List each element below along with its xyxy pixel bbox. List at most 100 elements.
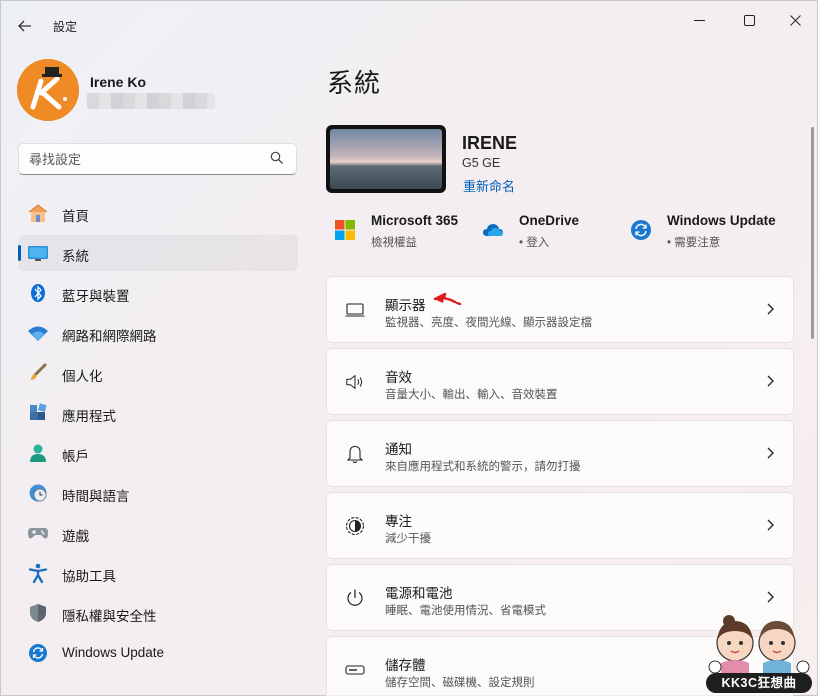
card-subtitle: 儲存空間、磁碟機、設定規則 xyxy=(385,677,535,689)
gamepad-icon xyxy=(27,523,49,543)
card-subtitle: 音量大小、輸出、輸入、音效裝置 xyxy=(385,389,558,401)
microsoft-logo-icon xyxy=(335,220,355,240)
quick-title: Windows Update xyxy=(667,213,776,228)
card-focus[interactable]: 專注 減少干擾 xyxy=(326,492,794,559)
bell-icon xyxy=(345,444,365,464)
bluetooth-icon xyxy=(27,283,49,303)
card-title: 儲存體 xyxy=(385,658,426,673)
card-subtitle: 睡眠、電池使用情況、省電模式 xyxy=(385,605,546,617)
watermark-text: KK3C狂想曲 xyxy=(706,673,812,693)
chevron-right-icon xyxy=(767,303,774,315)
back-arrow-icon xyxy=(18,20,31,32)
sidebar-item-label: 系統 xyxy=(62,249,89,264)
accessibility-icon xyxy=(27,563,49,583)
sidebar-item-label: Windows Update xyxy=(62,645,165,660)
home-icon xyxy=(27,203,49,223)
minimize-icon xyxy=(693,19,705,21)
card-subtitle: 來自應用程式和系統的警示，請勿打擾 xyxy=(385,461,581,473)
chevron-right-icon xyxy=(767,447,774,459)
sidebar-item-label: 遊戲 xyxy=(62,529,89,544)
card-subtitle: 監視器、亮度、夜間光線、顯示器設定檔 xyxy=(385,317,592,329)
user-name: Irene Ko xyxy=(90,74,147,90)
quick-subtitle: • 登入 xyxy=(519,237,550,249)
close-icon xyxy=(789,14,801,26)
wifi-icon xyxy=(27,323,49,343)
sidebar-item-time-language[interactable]: 時間與語言 xyxy=(18,475,298,511)
quick-title: Microsoft 365 xyxy=(371,213,459,228)
sidebar-item-accessibility[interactable]: 協助工具 xyxy=(18,555,298,591)
back-button[interactable] xyxy=(11,13,39,39)
card-notifications[interactable]: 通知 來自應用程式和系統的警示，請勿打擾 xyxy=(326,420,794,487)
sidebar-item-gaming[interactable]: 遊戲 xyxy=(18,515,298,551)
focus-icon xyxy=(345,516,365,536)
sidebar-item-label: 協助工具 xyxy=(62,569,116,584)
update-icon xyxy=(631,220,651,240)
user-avatar[interactable] xyxy=(17,59,79,121)
page-title: 系統 xyxy=(327,68,382,98)
sidebar-nav: 首頁 系統 藍牙與裝置 網路和網際網路 個人化 應用程式 帳戶 時間與語言 遊戲… xyxy=(18,195,298,675)
wallpaper-image xyxy=(330,129,442,189)
paintbrush-icon xyxy=(27,363,49,383)
minimize-button[interactable] xyxy=(679,7,719,33)
card-title: 通知 xyxy=(385,442,412,457)
card-title: 音效 xyxy=(385,370,412,385)
globe-clock-icon xyxy=(27,483,49,503)
card-display[interactable]: 顯示器 監視器、亮度、夜間光線、顯示器設定檔 xyxy=(326,276,794,343)
apps-icon xyxy=(27,403,49,423)
quick-subtitle: 檢視權益 xyxy=(371,237,417,249)
card-title: 顯示器 xyxy=(385,298,426,313)
onedrive-cloud-icon xyxy=(483,224,503,236)
sidebar: Irene Ko 首頁 系統 藍牙與 xyxy=(1,49,306,696)
card-subtitle: 減少干擾 xyxy=(385,533,431,545)
sidebar-item-network[interactable]: 網路和網際網路 xyxy=(18,315,298,351)
sidebar-item-apps[interactable]: 應用程式 xyxy=(18,395,298,431)
sidebar-item-privacy-security[interactable]: 隱私權與安全性 xyxy=(18,595,298,631)
search-input[interactable] xyxy=(29,150,259,168)
sidebar-item-accounts[interactable]: 帳戶 xyxy=(18,435,298,471)
quick-windows-update[interactable]: Windows Update • 需要注意 xyxy=(630,211,790,251)
sidebar-item-label: 藍牙與裝置 xyxy=(62,289,130,304)
search-icon[interactable] xyxy=(270,151,284,165)
sidebar-item-home[interactable]: 首頁 xyxy=(18,195,298,231)
app-title: 設定 xyxy=(53,20,78,34)
user-email-redacted xyxy=(87,93,215,109)
card-sound[interactable]: 音效 音量大小、輸出、輸入、音效裝置 xyxy=(326,348,794,415)
main-content: 系統 IRENE G5 GE 重新命名 Microsoft 365 檢視權益 O… xyxy=(306,49,806,696)
person-icon xyxy=(27,443,49,463)
device-wallpaper-thumbnail xyxy=(326,125,446,193)
quick-onedrive[interactable]: OneDrive • 登入 xyxy=(482,211,622,251)
sidebar-item-label: 隱私權與安全性 xyxy=(62,609,157,624)
rename-link[interactable]: 重新命名 xyxy=(463,176,515,195)
sidebar-item-label: 網路和網際網路 xyxy=(62,329,157,344)
speaker-icon xyxy=(345,372,365,392)
search-box[interactable] xyxy=(18,143,297,175)
card-title: 專注 xyxy=(385,514,412,529)
quick-title: OneDrive xyxy=(519,213,580,228)
sidebar-item-label: 時間與語言 xyxy=(62,489,130,504)
update-icon xyxy=(27,643,49,663)
device-name: IRENE xyxy=(462,133,518,153)
sidebar-item-system[interactable]: 系統 xyxy=(18,235,298,271)
chevron-right-icon xyxy=(767,375,774,387)
main-scrollbar[interactable] xyxy=(811,127,814,339)
maximize-icon xyxy=(743,14,755,26)
quick-microsoft-365[interactable]: Microsoft 365 檢視權益 xyxy=(334,211,474,251)
display-icon xyxy=(345,300,365,320)
monitor-icon xyxy=(27,243,49,263)
sidebar-item-windows-update[interactable]: Windows Update xyxy=(18,635,298,671)
sidebar-item-bluetooth-devices[interactable]: 藍牙與裝置 xyxy=(18,275,298,311)
settings-window: 設定 Irene Ko 尋找設定 首頁 系統 藍牙與裝置 網路和網際網路 個人化… xyxy=(0,0,818,696)
power-icon xyxy=(345,588,365,608)
device-model: G5 GE xyxy=(462,156,501,170)
maximize-button[interactable] xyxy=(729,7,769,33)
sidebar-item-label: 個人化 xyxy=(62,369,103,384)
quick-subtitle: • 需要注意 xyxy=(667,237,721,249)
close-button[interactable] xyxy=(775,7,815,33)
title-bar: 設定 xyxy=(1,1,817,49)
card-title: 電源和電池 xyxy=(385,586,453,601)
chevron-right-icon xyxy=(767,591,774,603)
sidebar-item-label: 應用程式 xyxy=(62,409,116,424)
annotation-arrow-icon xyxy=(433,293,462,306)
sidebar-item-personalization[interactable]: 個人化 xyxy=(18,355,298,391)
chevron-right-icon xyxy=(767,519,774,531)
